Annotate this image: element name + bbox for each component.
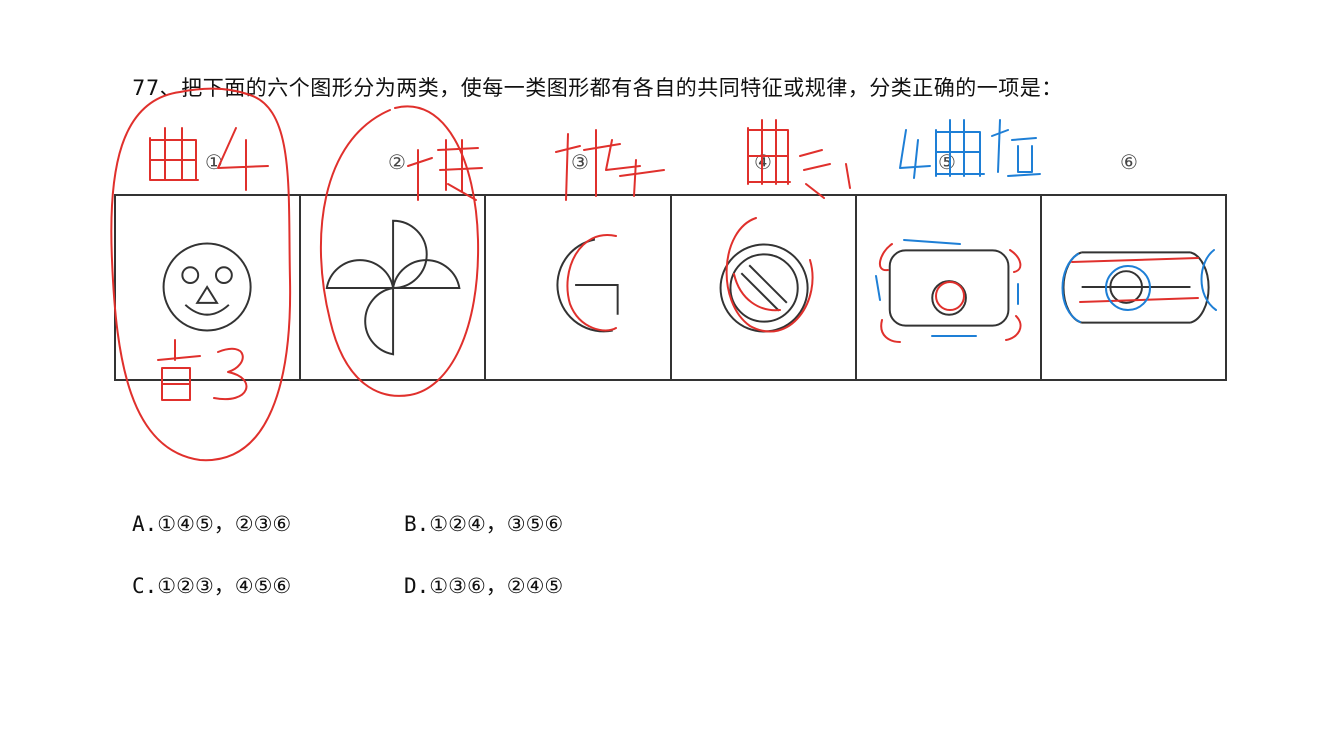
option-b[interactable]: B.①②④，③⑤⑥: [404, 508, 563, 538]
option-c-letter: C.: [132, 574, 158, 598]
figure-1-smiley: [116, 196, 302, 379]
figure-4-no-sign: [672, 196, 857, 379]
figure-5-rounded-rect: [857, 196, 1042, 379]
option-a-text: ①④⑤，②③⑥: [157, 512, 292, 536]
option-a-letter: A.: [132, 512, 158, 536]
option-c-text: ①②③，④⑤⑥: [157, 574, 292, 598]
figure-strip: [114, 194, 1227, 381]
figure-label-5: ⑤: [938, 150, 956, 174]
figure-label-1: ①: [205, 150, 223, 174]
option-d[interactable]: D.①③⑥，②④⑤: [404, 570, 563, 600]
figure-6-cylinder: [1042, 196, 1225, 379]
option-d-letter: D.: [404, 574, 430, 598]
figure-label-6: ⑥: [1120, 150, 1138, 174]
figure-2-pinwheel: [301, 196, 487, 379]
option-b-text: ①②④，③⑤⑥: [429, 512, 564, 536]
figure-label-3: ③: [571, 150, 589, 174]
figure-label-4: ④: [754, 150, 772, 174]
option-c[interactable]: C.①②③，④⑤⑥: [132, 570, 291, 600]
figure-label-2: ②: [388, 150, 406, 174]
annotation-scribble-2: [407, 139, 483, 201]
option-b-letter: B.: [404, 512, 430, 536]
figure-3-crescent: [486, 196, 672, 379]
annotation-curve-straight: [899, 119, 1041, 179]
option-d-text: ①③⑥，②④⑤: [429, 574, 564, 598]
option-a[interactable]: A.①④⑤，②③⑥: [132, 508, 291, 538]
question-text: 77、把下面的六个图形分为两类，使每一类图形都有各自的共同特征或规律，分类正确的…: [132, 76, 1063, 100]
